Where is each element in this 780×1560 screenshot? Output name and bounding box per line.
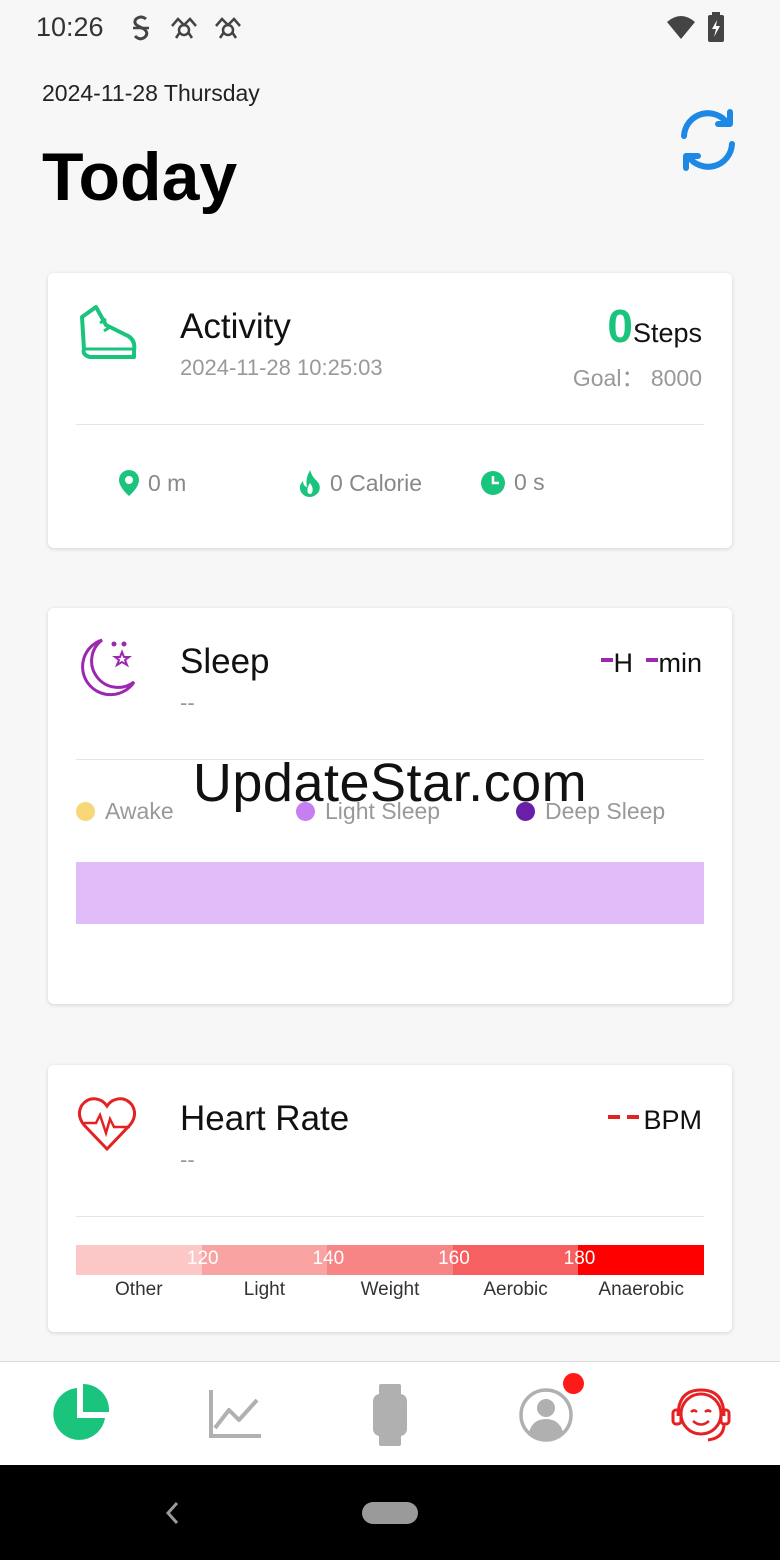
battery-icon	[708, 12, 724, 42]
watch-icon[interactable]	[357, 1382, 423, 1448]
activity-card[interactable]: Activity 2024-11-28 10:25:03 0Steps Goal…	[48, 273, 732, 548]
moon-icon	[81, 638, 136, 697]
zone-name: Anaerobic	[598, 1279, 684, 1300]
sneaker-icon	[80, 305, 137, 359]
heart-rate-card[interactable]: Heart Rate -- BPM 120 140 160 180 Other …	[48, 1065, 732, 1332]
divider	[76, 424, 704, 425]
activity-title: Activity	[180, 307, 291, 346]
location-pin-icon	[119, 470, 139, 496]
sleep-title: Sleep	[180, 642, 270, 681]
distance-metric: 0 m	[118, 469, 186, 497]
clock-icon	[481, 470, 505, 495]
steps-value: 0	[607, 300, 633, 352]
bpm-readout: BPM	[607, 1105, 702, 1136]
zone-name: Weight	[360, 1279, 420, 1300]
zone-anaerobic	[578, 1245, 704, 1275]
heart-pulse-icon	[77, 1097, 137, 1152]
divider	[76, 1216, 704, 1217]
cat-notification-icon	[215, 17, 241, 39]
home-pill[interactable]	[362, 1502, 418, 1524]
wifi-icon	[667, 16, 695, 39]
date-label: 2024-11-28 Thursday	[42, 80, 260, 106]
calorie-value: 0 Calorie	[330, 469, 423, 496]
heart-rate-title: Heart Rate	[180, 1099, 350, 1138]
status-time: 10:26	[36, 12, 104, 42]
flame-icon	[299, 470, 320, 497]
minutes-unit: min	[658, 648, 702, 678]
threshold-label: 180	[563, 1248, 596, 1269]
zone-light: 140	[201, 1245, 344, 1275]
trend-chart-icon[interactable]	[201, 1382, 267, 1448]
minutes-dash	[646, 658, 659, 662]
heart-rate-subtitle: --	[180, 1147, 195, 1172]
threshold-label: 160	[438, 1248, 470, 1269]
pie-chart-icon[interactable]	[47, 1382, 113, 1448]
hours-dash	[601, 658, 614, 662]
cat-notification-icon	[171, 17, 197, 39]
zone-name: Aerobic	[483, 1279, 548, 1300]
support-agent-icon[interactable]	[668, 1382, 734, 1448]
heart-rate-zone-bar: 120 140 160 180	[76, 1245, 704, 1275]
sleep-duration: H min	[601, 648, 702, 679]
hours-unit: H	[613, 648, 633, 678]
zone-name: Other	[115, 1279, 163, 1300]
threshold-label: 140	[312, 1248, 345, 1269]
bpm-unit: BPM	[643, 1105, 702, 1135]
bpm-dash	[627, 1115, 640, 1119]
sync-icon[interactable]	[674, 106, 742, 174]
notification-badge	[563, 1373, 584, 1394]
activity-timestamp: 2024-11-28 10:25:03	[180, 355, 383, 380]
steps-goal: Goal： 8000	[572, 365, 702, 391]
zone-names: Other Light Weight Aerobic Anaerobic	[76, 1279, 704, 1301]
sleep-subtitle: --	[180, 690, 195, 715]
distance-value: 0 m	[148, 469, 187, 496]
bottom-navigation	[0, 1361, 780, 1465]
zone-aerobic: 180	[452, 1245, 595, 1275]
s-notification-icon	[133, 15, 149, 41]
zone-name: Light	[243, 1279, 285, 1300]
system-navigation-bar	[0, 1465, 780, 1560]
calorie-metric: 0 Calorie	[298, 469, 422, 497]
back-icon[interactable]	[160, 1500, 186, 1526]
zone-other: 120	[76, 1245, 219, 1275]
sleep-timeline-bar	[76, 862, 704, 924]
page-title: Today	[42, 139, 238, 215]
steps-unit: Steps	[632, 318, 702, 348]
steps-readout: 0Steps	[607, 299, 702, 353]
status-bar: 10:26	[0, 0, 780, 58]
duration-value: 0 s	[514, 469, 545, 495]
duration-metric: 0 s	[480, 469, 545, 496]
bpm-dash	[607, 1115, 620, 1119]
threshold-label: 120	[186, 1248, 219, 1269]
zone-weight: 160	[327, 1245, 470, 1275]
watermark: UpdateStar.com	[192, 753, 588, 813]
